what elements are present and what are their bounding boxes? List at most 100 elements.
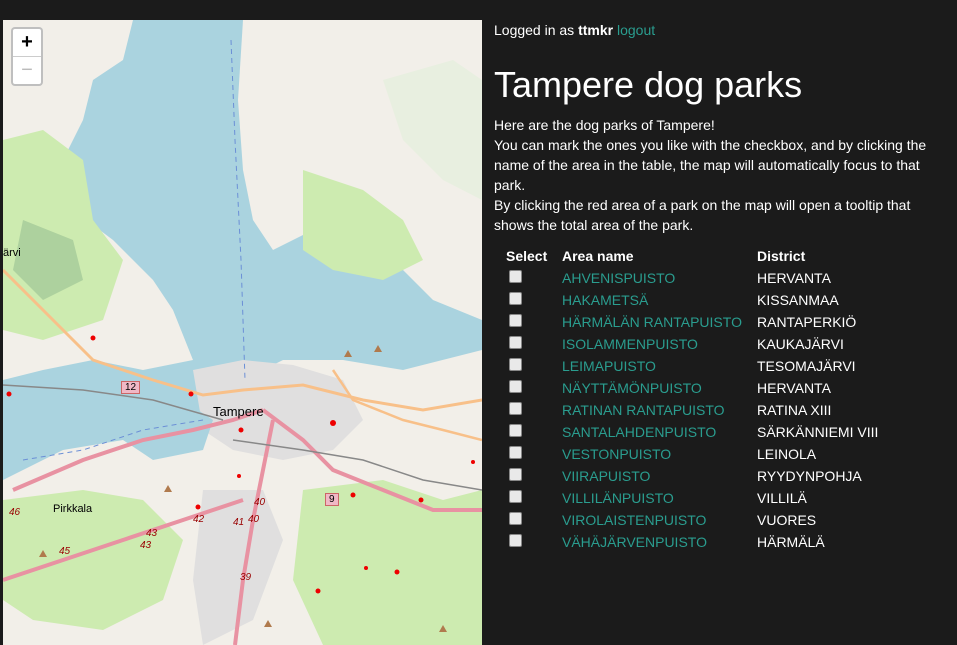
select-cell [506,421,562,443]
select-checkbox[interactable] [509,534,522,547]
area-name-link[interactable]: HAKAMETSÄ [562,292,648,308]
table-row: HÄRMÄLÄN RANTAPUISTO RANTAPERKIÖ [506,311,878,333]
district-cell: LEINOLA [757,446,817,462]
select-checkbox[interactable] [509,424,522,437]
area-name-cell: AHVENISPUISTO [562,267,757,289]
map-road-45: 45 [59,546,71,557]
map-road-40b: 40 [248,514,260,525]
area-name-cell: VÄHÄJÄRVENPUISTO [562,531,757,553]
intro-line: Here are the dog parks of Tampere! [494,117,715,133]
select-checkbox[interactable] [509,314,522,327]
area-name-link[interactable]: NÄYTTÄMÖNPUISTO [562,380,702,396]
table-row: LEIMAPUISTO TESOMAJÄRVI [506,355,878,377]
select-cell [506,355,562,377]
select-cell [506,333,562,355]
table-row: VÄHÄJÄRVENPUISTO HÄRMÄLÄ [506,531,878,553]
header-area-name: Area name [562,248,634,264]
area-name-link[interactable]: VIROLAISTENPUISTO [562,512,706,528]
area-name-link[interactable]: VESTONPUISTO [562,446,671,462]
select-checkbox[interactable] [509,292,522,305]
map-label-pirkkala: Pirkkala [53,503,93,515]
select-checkbox[interactable] [509,490,522,503]
table-row: ISOLAMMENPUISTO KAUKAJÄRVI [506,333,878,355]
map-road-41: 41 [233,517,245,528]
district-cell: VUORES [757,512,817,528]
area-name-cell: SANTALAHDENPUISTO [562,421,757,443]
table-row: VESTONPUISTO LEINOLA [506,443,878,465]
parks-table: Select Area name District AHVENISPUISTO H… [506,245,878,553]
district-cell: RANTAPERKIÖ [757,314,857,330]
area-name-link[interactable]: ISOLAMMENPUISTO [562,336,698,352]
select-checkbox[interactable] [509,402,522,415]
table-row: AHVENISPUISTO HERVANTA [506,267,878,289]
logout-link[interactable]: logout [617,22,655,38]
map-road-43a: 43 [146,528,158,539]
district-cell: HERVANTA [757,380,831,396]
map-tiles[interactable] [3,20,482,645]
district-cell: SÄRKÄNNIEMI VIII [757,424,879,440]
table-row: VILLILÄNPUISTO VILLILÄ [506,487,878,509]
map-road-9: 9 [325,493,339,506]
table-row: SANTALAHDENPUISTO SÄRKÄNNIEMI VIII [506,421,878,443]
select-cell [506,443,562,465]
select-checkbox[interactable] [509,336,522,349]
intro-line: By clicking the red area of a park on th… [494,197,911,233]
select-checkbox[interactable] [509,446,522,459]
table-row: RATINAN RANTAPUISTO RATINA XIII [506,399,878,421]
district-cell: TESOMAJÄRVI [757,358,856,374]
area-name-link[interactable]: RATINAN RANTAPUISTO [562,402,725,418]
select-cell [506,267,562,289]
area-name-link[interactable]: HÄRMÄLÄN RANTAPUISTO [562,314,742,330]
select-checkbox[interactable] [509,270,522,283]
header-select: Select [506,248,548,264]
select-cell [506,487,562,509]
area-name-cell: VESTONPUISTO [562,443,757,465]
area-name-cell: HÄRMÄLÄN RANTAPUISTO [562,311,757,333]
map-road-40a: 40 [254,497,266,508]
area-name-cell: RATINAN RANTAPUISTO [562,399,757,421]
area-name-link[interactable]: VILLILÄNPUISTO [562,490,674,506]
map-road-43b: 43 [140,540,152,551]
district-cell: RATINA XIII [757,402,832,418]
area-name-cell: VIIRAPUISTO [562,465,757,487]
map-road-42: 42 [193,514,205,525]
area-name-cell: LEIMAPUISTO [562,355,757,377]
area-name-link[interactable]: VÄHÄJÄRVENPUISTO [562,534,707,550]
area-name-link[interactable]: LEIMAPUISTO [562,358,656,374]
map[interactable]: Tampere Pirkkala ärvi 12 9 40 40 41 42 4… [3,20,482,645]
side-panel: Logged in as ttmkr logout Tampere dog pa… [494,20,944,553]
select-checkbox[interactable] [509,512,522,525]
select-checkbox[interactable] [509,380,522,393]
intro-text: Here are the dog parks of Tampere! You c… [494,115,944,235]
map-label-jarvi: ärvi [3,247,21,259]
select-cell [506,289,562,311]
area-name-link[interactable]: VIIRAPUISTO [562,468,650,484]
zoom-in-button[interactable]: + [13,29,41,56]
area-name-link[interactable]: AHVENISPUISTO [562,270,675,286]
district-cell: VILLILÄ [757,490,807,506]
select-checkbox[interactable] [509,358,522,371]
map-road-39: 39 [240,572,252,583]
area-name-link[interactable]: SANTALAHDENPUISTO [562,424,716,440]
logged-in-text: Logged in as [494,22,575,38]
table-row: VIIRAPUISTO RYYDYNPOHJA [506,465,878,487]
login-status: Logged in as ttmkr logout [494,22,944,38]
username: ttmkr [578,22,614,38]
page-title: Tampere dog parks [494,64,803,105]
district-cell: HÄRMÄLÄ [757,534,825,550]
zoom-out-button[interactable]: − [13,56,41,84]
select-cell [506,399,562,421]
intro-line: You can mark the ones you like with the … [494,137,927,193]
table-row: HAKAMETSÄ KISSANMAA [506,289,878,311]
area-name-cell: VIROLAISTENPUISTO [562,509,757,531]
district-cell: KISSANMAA [757,292,839,308]
select-checkbox[interactable] [509,468,522,481]
map-road-12: 12 [121,381,141,394]
area-name-cell: ISOLAMMENPUISTO [562,333,757,355]
table-header-row: Select Area name District [506,245,878,267]
header-district: District [757,248,806,264]
area-name-cell: NÄYTTÄMÖNPUISTO [562,377,757,399]
district-cell: HERVANTA [757,270,831,286]
map-label-tampere: Tampere [213,404,264,419]
select-cell [506,509,562,531]
